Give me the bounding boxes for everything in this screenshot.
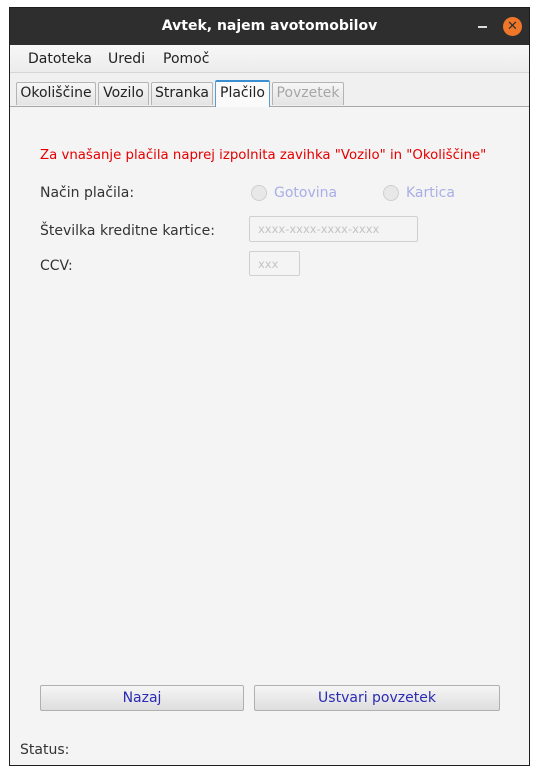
payment-panel: Za vnašanje plačila naprej izpolnita zav… (10, 107, 529, 765)
back-button[interactable]: Nazaj (40, 685, 244, 711)
app-window: Avtek, najem avotomobilov ✕ Datoteka Ure… (9, 7, 530, 766)
ccv-label: CCV: (40, 258, 73, 274)
tab-vozilo[interactable]: Vozilo (98, 82, 149, 105)
close-icon[interactable]: ✕ (503, 17, 522, 36)
radio-gotovina-label: Gotovina (274, 185, 338, 201)
payment-method-label: Način plačila: (40, 185, 135, 201)
warning-message: Za vnašanje plačila naprej izpolnita zav… (40, 148, 487, 163)
tab-stranka[interactable]: Stranka (151, 82, 213, 105)
window-title: Avtek, najem avotomobilov (161, 18, 378, 34)
card-number-field[interactable]: xxxx-xxxx-xxxx-xxxx (249, 216, 418, 242)
tab-placilo[interactable]: Plačilo (215, 80, 270, 107)
title-bar[interactable]: Avtek, najem avotomobilov ✕ (10, 8, 529, 45)
radio-kartica[interactable] (383, 185, 399, 201)
menu-bar: Datoteka Uredi Pomoč (10, 45, 529, 73)
radio-gotovina[interactable] (251, 185, 267, 201)
radio-kartica-label: Kartica (406, 185, 455, 201)
menu-datoteka[interactable]: Datoteka (28, 51, 92, 67)
tab-okoliscine[interactable]: Okoliščine (16, 82, 96, 105)
menu-uredi[interactable]: Uredi (108, 51, 145, 67)
ccv-field[interactable]: xxx (249, 251, 300, 276)
menu-pomoc[interactable]: Pomoč (163, 51, 209, 67)
tab-bar: Okoliščine Vozilo Stranka Plačilo Povzet… (10, 73, 529, 107)
status-label: Status: (20, 742, 70, 758)
create-summary-button[interactable]: Ustvari povzetek (254, 685, 500, 711)
minimize-icon[interactable] (473, 16, 493, 36)
card-number-label: Številka kreditne kartice: (40, 223, 215, 239)
tab-povzetek: Povzetek (272, 82, 344, 105)
